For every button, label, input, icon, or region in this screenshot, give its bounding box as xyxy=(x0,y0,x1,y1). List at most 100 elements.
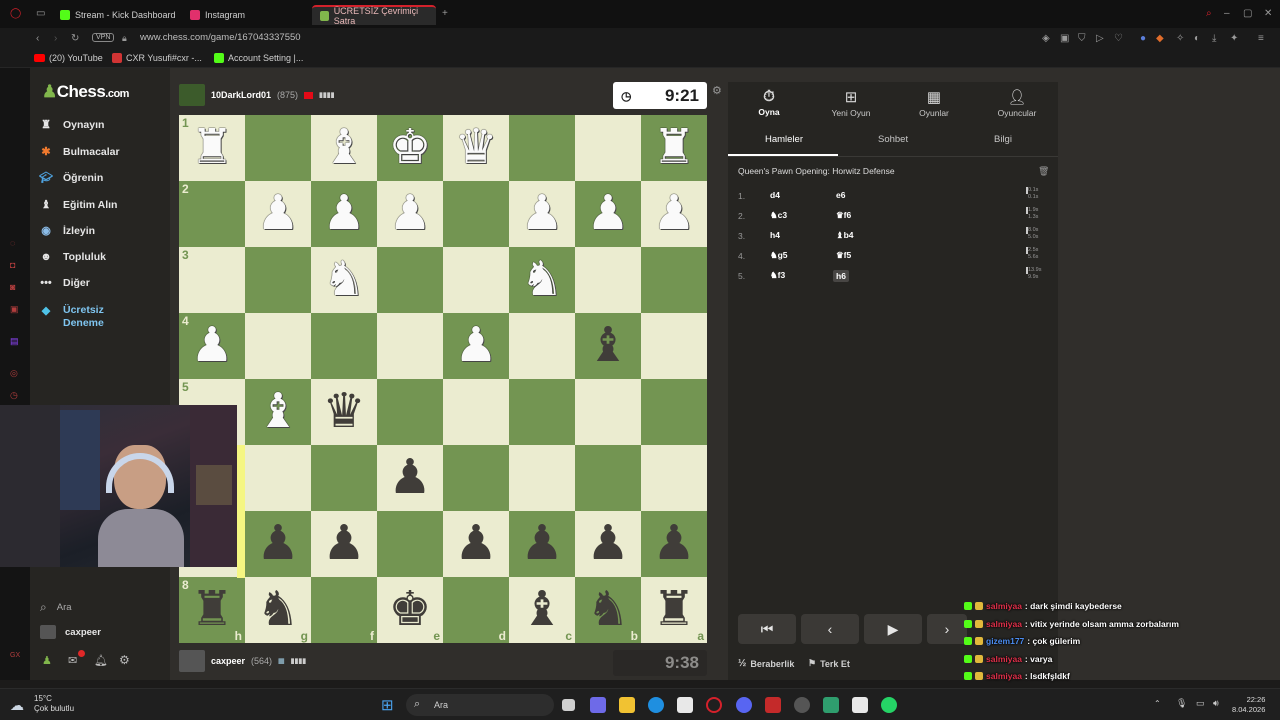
new-tab-icon[interactable]: + xyxy=(442,8,448,19)
board-square[interactable]: 4 ♟ xyxy=(179,313,245,379)
white-queen-icon[interactable]: ♛ xyxy=(454,124,497,172)
board-square[interactable] xyxy=(245,247,311,313)
black-knight-icon[interactable]: ♞ xyxy=(586,586,629,634)
chevron-up-icon[interactable]: ⌃ xyxy=(1154,699,1161,708)
heart-icon[interactable]: ♡ xyxy=(1114,33,1123,44)
board-square[interactable] xyxy=(641,313,707,379)
white-pawn-icon[interactable]: ♟ xyxy=(586,190,629,238)
board-square[interactable]: f xyxy=(311,577,377,643)
app-icon[interactable] xyxy=(823,697,839,713)
snapshot-icon[interactable]: ▣ xyxy=(1060,33,1069,44)
first-move-button[interactable]: ⏮︎ xyxy=(738,614,796,644)
task-view-icon[interactable] xyxy=(562,699,575,711)
board-square[interactable]: g ♞ xyxy=(245,577,311,643)
store-icon[interactable] xyxy=(677,697,693,713)
bell-icon[interactable]: 🔔︎ xyxy=(94,654,108,667)
board-square[interactable]: 3 xyxy=(179,247,245,313)
board-square[interactable]: ♟ xyxy=(509,511,575,577)
board-square[interactable]: ♞ xyxy=(311,247,377,313)
board-square[interactable] xyxy=(377,247,443,313)
white-move[interactable]: ♞c3 xyxy=(770,210,787,221)
board-square[interactable] xyxy=(377,511,443,577)
search-icon[interactable]: ⌕ xyxy=(1206,8,1212,19)
board-square[interactable]: ♟ xyxy=(641,511,707,577)
board-square[interactable]: 8 h ♜ xyxy=(179,577,245,643)
black-move[interactable]: e6 xyxy=(836,190,845,200)
white-bishop-icon[interactable]: ♝ xyxy=(256,388,299,436)
menu-icon[interactable]: ≡ xyxy=(1258,33,1264,44)
board-square[interactable]: ♛ xyxy=(311,379,377,445)
edge-icon[interactable] xyxy=(648,697,664,713)
whatsapp-icon[interactable] xyxy=(881,697,897,713)
weather-widget[interactable]: 15°C Çok bulutlu xyxy=(34,694,74,714)
white-pawn-icon[interactable]: ♟ xyxy=(520,190,563,238)
player-icon[interactable]: ▷ xyxy=(1096,33,1104,44)
board-square[interactable]: b ♞ xyxy=(575,577,641,643)
opera-logo-icon[interactable]: ◯ xyxy=(10,8,21,19)
board-square[interactable] xyxy=(509,115,575,181)
black-bishop-icon[interactable]: ♝ xyxy=(520,586,563,634)
board-square[interactable] xyxy=(509,379,575,445)
extension-icon[interactable]: ● xyxy=(1140,33,1146,44)
obs-icon[interactable] xyxy=(794,697,810,713)
white-rook-icon[interactable]: ♜ xyxy=(190,124,233,172)
subtab-info[interactable]: Bilgi xyxy=(994,134,1012,145)
last-move-button[interactable]: › xyxy=(927,614,967,644)
board-square[interactable]: ♟ xyxy=(575,181,641,247)
tab-play[interactable]: ⏱︎ Oyna xyxy=(728,88,810,117)
nav-profile[interactable]: caxpeer xyxy=(40,625,101,639)
prev-move-button[interactable]: ‹ xyxy=(801,614,859,644)
copilot-icon[interactable] xyxy=(590,697,606,713)
bookmark-cxr[interactable]: CXR Yusufi#cxr -... xyxy=(112,53,202,63)
opening-name[interactable]: Queen's Pawn Opening: Horwitz Defense xyxy=(738,166,895,176)
bookmark-icon[interactable]: ◈ xyxy=(1042,33,1050,44)
nav-item-puzzles[interactable]: ✱ Bulmacalar xyxy=(38,145,119,159)
taskbar-search[interactable]: ⌕ Ara xyxy=(406,694,554,716)
chat-username[interactable]: salmiyaa xyxy=(986,654,1022,664)
tab-players[interactable]: 👤︎ Oyuncular xyxy=(976,88,1058,118)
whatsapp-icon[interactable]: ◙ xyxy=(10,282,20,292)
black-move[interactable]: ♛f5 xyxy=(836,250,851,261)
trash-icon[interactable]: 🗑︎ xyxy=(1038,166,1049,177)
tab-chess[interactable]: ÜCRETSİZ Çevrimiçi Satra xyxy=(312,5,436,26)
white-knight-icon[interactable]: ♞ xyxy=(520,256,563,304)
board-square[interactable] xyxy=(641,247,707,313)
bookmark-account[interactable]: Account Setting |... xyxy=(214,53,303,63)
chat-username[interactable]: salmiyaa xyxy=(986,601,1022,611)
opera-icon[interactable] xyxy=(706,697,722,713)
volume-icon[interactable]: 🔊︎ xyxy=(1213,698,1219,709)
extension-icon[interactable]: ◆ xyxy=(1156,33,1164,44)
board-square[interactable]: ♞ xyxy=(509,247,575,313)
discord-icon[interactable] xyxy=(736,697,752,713)
board-square[interactable] xyxy=(509,445,575,511)
board-square[interactable] xyxy=(641,445,707,511)
avatar[interactable] xyxy=(179,650,205,672)
cloud-icon[interactable]: ☁ xyxy=(10,697,24,714)
nav-item-community[interactable]: ☻ Topluluk xyxy=(38,251,106,263)
tab-new-game[interactable]: ⊞ Yeni Oyun xyxy=(810,88,892,118)
board-square[interactable] xyxy=(245,313,311,379)
profile-icon[interactable]: ◐ xyxy=(1194,33,1200,44)
minimize-icon[interactable]: – xyxy=(1224,8,1230,19)
white-move[interactable]: ♞f3 xyxy=(770,270,785,281)
black-move[interactable]: h6 xyxy=(833,270,849,282)
board-square[interactable]: ♟ xyxy=(443,511,509,577)
maximize-icon[interactable]: ▢ xyxy=(1243,8,1252,19)
twitch-icon[interactable]: ▤ xyxy=(10,336,20,346)
black-bishop-icon[interactable]: ♝ xyxy=(586,322,629,370)
avatar[interactable] xyxy=(179,84,205,106)
white-king-icon[interactable]: ♚ xyxy=(388,124,431,172)
black-move[interactable]: ♛f6 xyxy=(836,210,851,221)
nav-item-learn[interactable]: 🎓︎ Öğrenin xyxy=(38,171,103,185)
tab-instagram[interactable]: Instagram xyxy=(182,5,253,25)
history-icon[interactable]: ◷ xyxy=(10,390,20,400)
black-rook-icon[interactable]: ♜ xyxy=(652,586,695,634)
gear-icon[interactable]: ⚙ xyxy=(119,653,130,667)
nav-item-coach[interactable]: ♝ Eğitim Alın xyxy=(38,198,117,212)
board-square[interactable]: c ♝ xyxy=(509,577,575,643)
board-square[interactable]: ♜ xyxy=(641,115,707,181)
board-square[interactable]: ♟ xyxy=(443,313,509,379)
white-pawn-icon[interactable]: ♟ xyxy=(190,322,233,370)
white-pawn-icon[interactable]: ♟ xyxy=(322,190,365,238)
black-pawn-icon[interactable]: ♟ xyxy=(586,520,629,568)
